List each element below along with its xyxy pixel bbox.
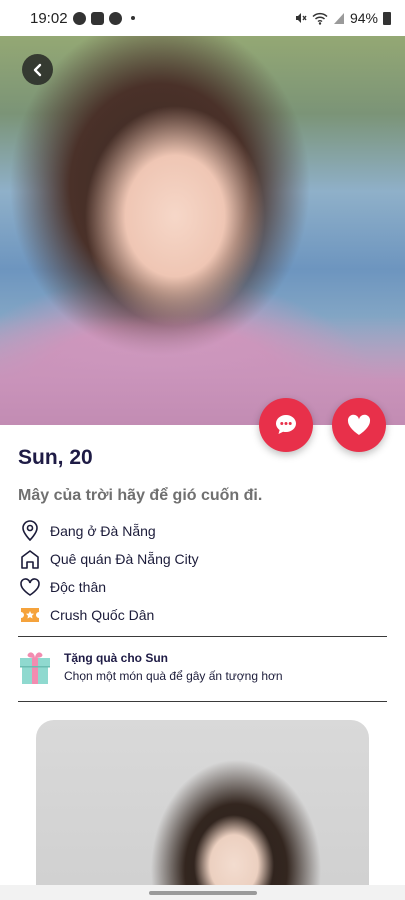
messenger-icon (72, 11, 86, 25)
hometown-text: Quê quán Đà Nẵng City (50, 551, 199, 567)
chat-bubble-icon (276, 415, 296, 434)
profile-bio: Mây của trời hãy để gió cuốn đi. (18, 487, 263, 504)
navigation-bar (0, 885, 405, 900)
wifi-icon (312, 12, 328, 25)
location-text: Đang ở Đà Nẵng (50, 523, 156, 539)
message-icon (90, 11, 104, 25)
gift-subtitle: Chọn một món quà để gây ấn tượng hơn (64, 669, 283, 683)
like-button[interactable] (332, 398, 386, 452)
status-right: 94% (293, 10, 391, 26)
gift-title: Tặng quà cho Sun (64, 651, 168, 665)
divider (18, 701, 387, 702)
profile-name-age: Sun, 20 (18, 446, 93, 469)
back-button[interactable] (22, 54, 53, 85)
divider (18, 636, 387, 637)
chevron-left-icon (33, 63, 41, 76)
info-row-relationship: Độc thân (18, 575, 106, 599)
battery-icon (383, 11, 391, 25)
heart-outline-icon (18, 575, 42, 599)
heart-icon (347, 414, 371, 435)
gift-box-icon (18, 648, 52, 686)
relationship-text: Độc thân (50, 579, 107, 595)
notification-dot-icon (130, 16, 135, 20)
chat-button[interactable] (259, 398, 313, 452)
status-left: 19:02 (30, 10, 135, 27)
gift-section[interactable]: Tặng quà cho Sun Chọn một món quà để gây… (18, 645, 387, 689)
info-row-badge: Crush Quốc Dân (18, 603, 154, 627)
home-gesture-handle[interactable] (148, 890, 257, 895)
status-bar: 19:02 94% (0, 0, 405, 36)
signal-icon (333, 12, 344, 24)
battery-percent: 94% (349, 10, 378, 26)
profile-photo[interactable] (0, 36, 405, 425)
home-icon (18, 547, 42, 571)
gift-texts: Tặng quà cho Sun Chọn một món quà để gây… (64, 651, 283, 683)
profile-photo-secondary[interactable] (36, 720, 369, 900)
facebook-icon (108, 11, 122, 25)
badge-text: Crush Quốc Dân (50, 607, 155, 623)
status-time: 19:02 (30, 9, 68, 27)
mute-icon (295, 13, 307, 23)
ticket-icon (18, 603, 42, 627)
info-row-hometown: Quê quán Đà Nẵng City (18, 547, 199, 571)
info-row-location: Đang ở Đà Nẵng (18, 519, 156, 543)
location-icon (18, 519, 42, 543)
